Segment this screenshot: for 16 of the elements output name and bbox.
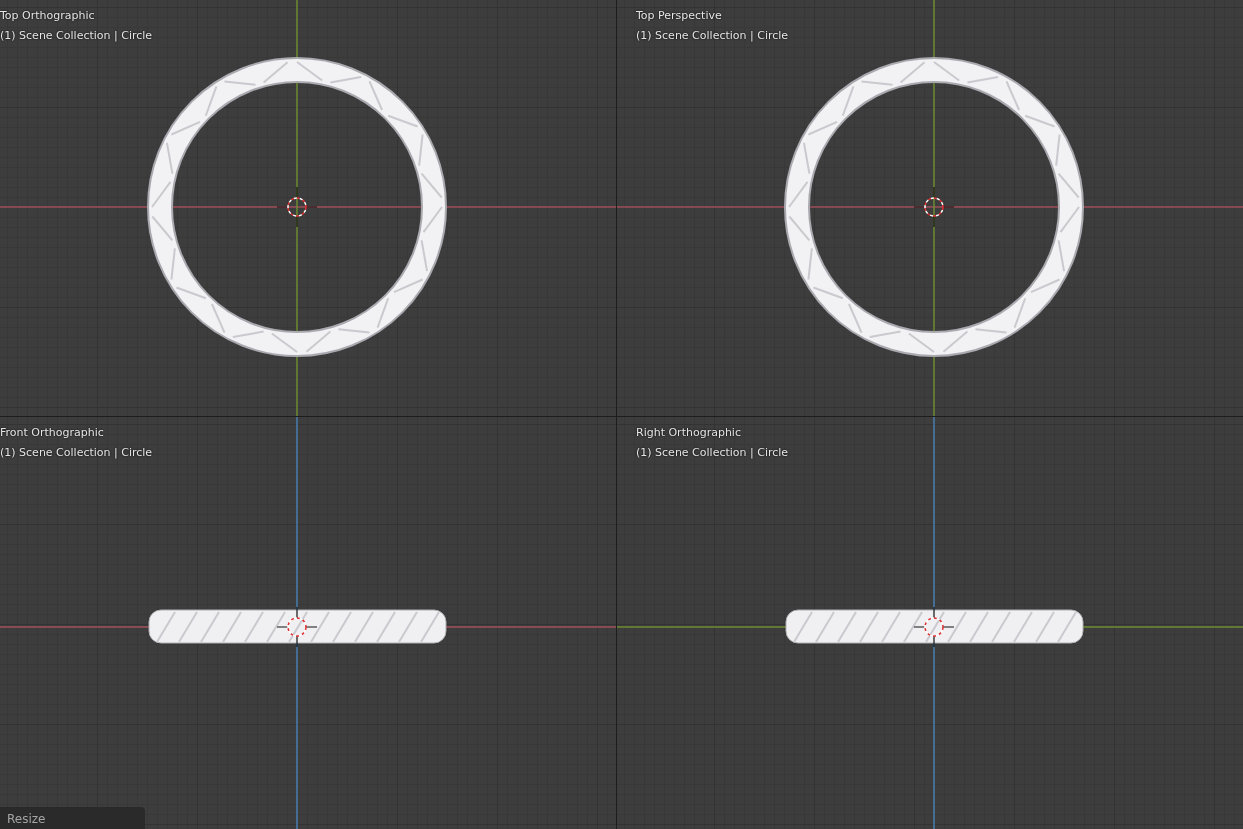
operator-panel-header[interactable]: Resize <box>0 807 145 829</box>
view-title: Top Perspective <box>636 9 723 23</box>
view-title: Front Orthographic <box>0 426 105 440</box>
viewport-grid[interactable]: Top Orthographic (1) Scene Collection | Circle <box>0 0 616 416</box>
3d-cursor-icon <box>276 186 318 228</box>
3d-cursor-icon <box>913 186 955 228</box>
scene-info: (1) Scene Collection | Circle <box>636 29 789 43</box>
view-title: Top Orthographic <box>0 9 96 23</box>
3d-cursor-icon <box>913 606 955 648</box>
scene-info: (1) Scene Collection | Circle <box>636 446 789 460</box>
view-title: Right Orthographic <box>636 426 742 440</box>
scene-info: (1) Scene Collection | Circle <box>0 29 153 43</box>
3d-cursor-icon <box>276 606 318 648</box>
viewport-grid[interactable]: Top Perspective (1) Scene Collection | Circle <box>617 0 1243 416</box>
scene-info: (1) Scene Collection | Circle <box>0 446 153 460</box>
viewport-grid[interactable]: Right Orthographic (1) Scene Collection | Circle <box>617 417 1243 829</box>
